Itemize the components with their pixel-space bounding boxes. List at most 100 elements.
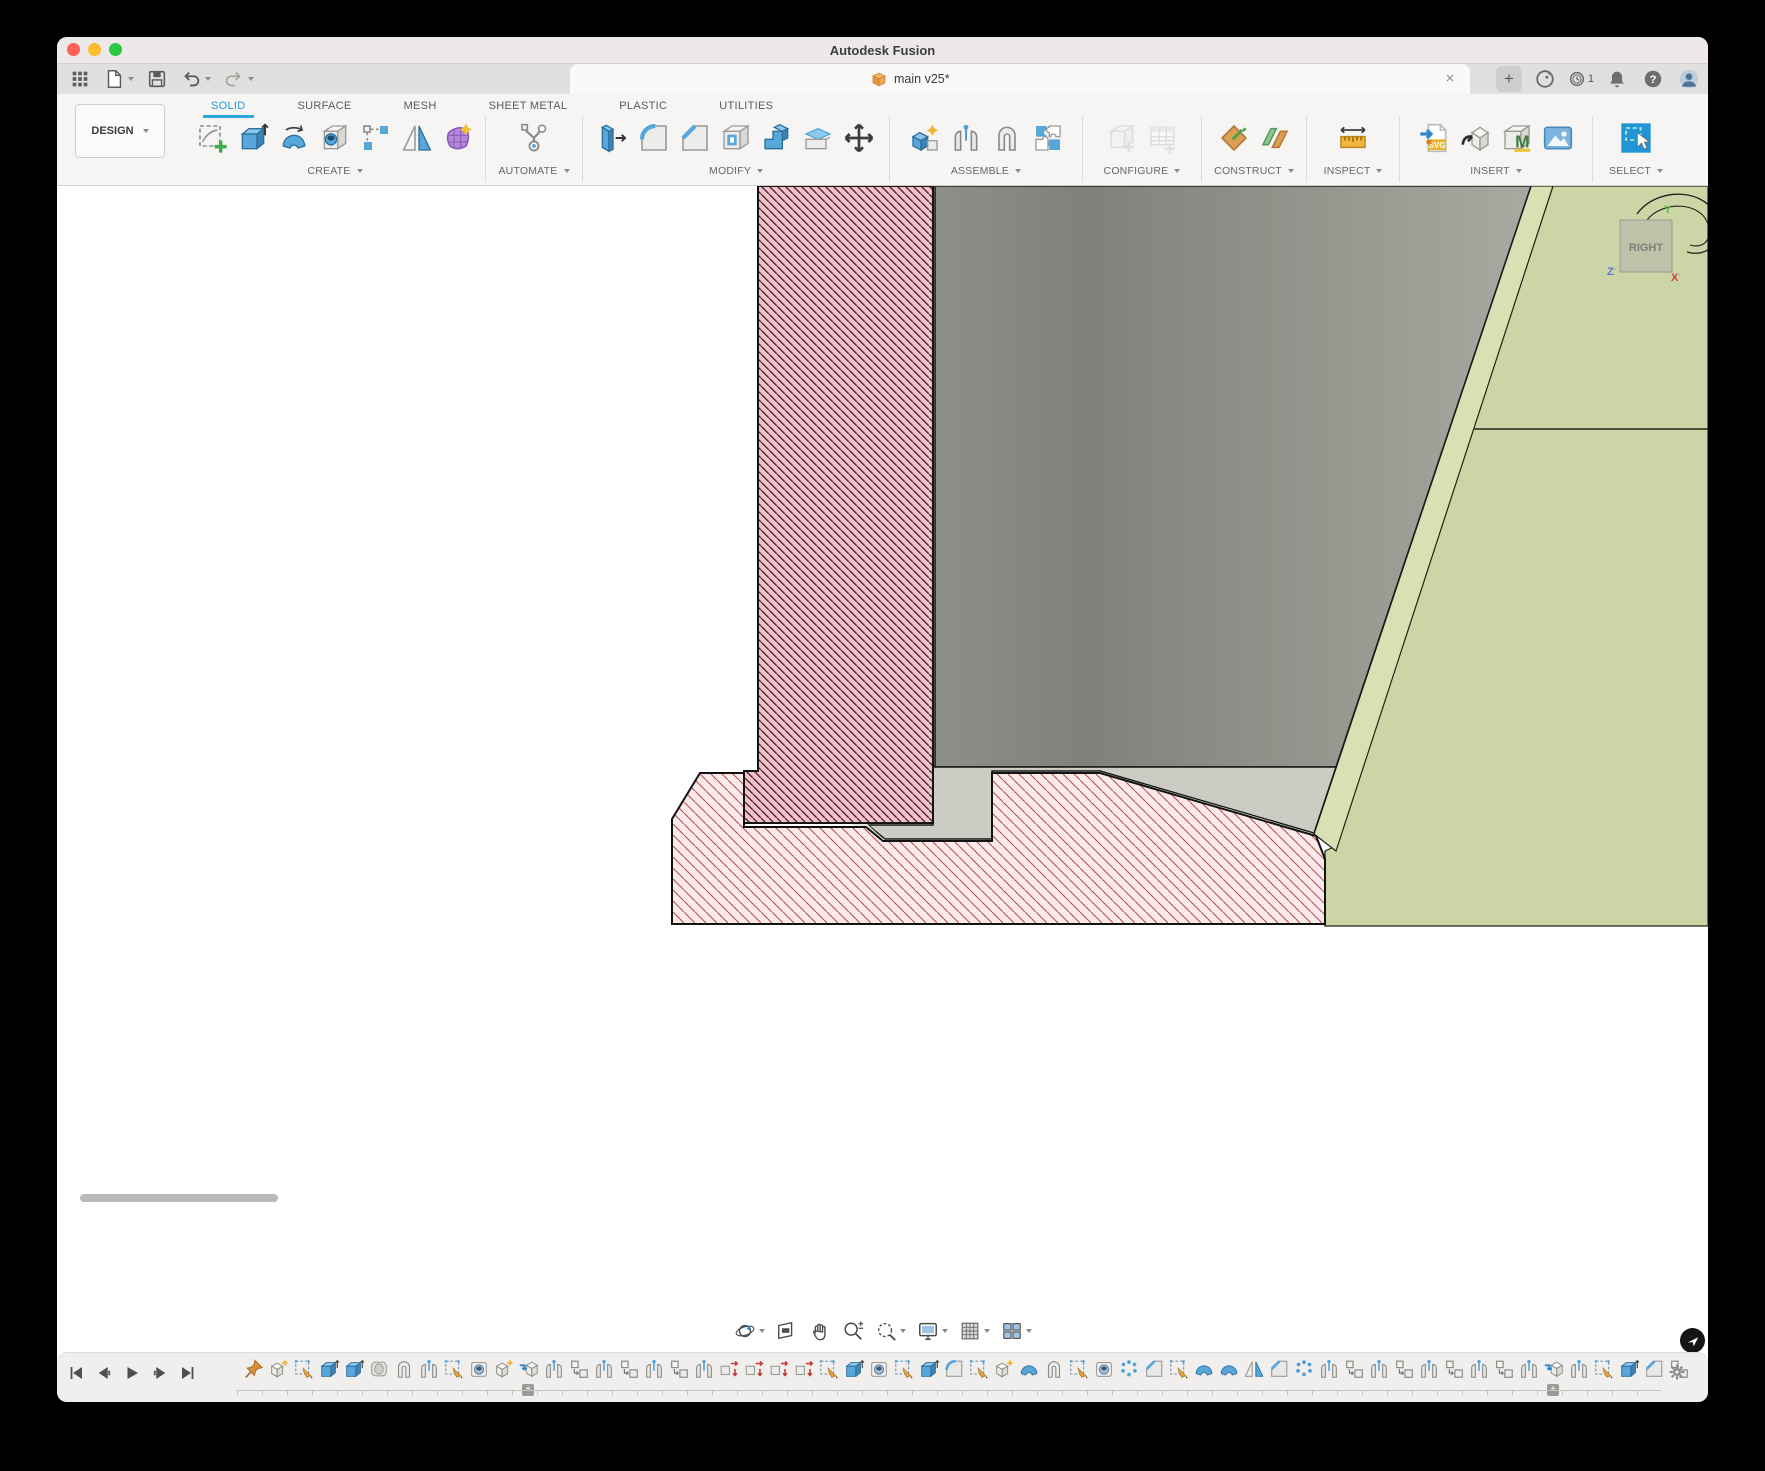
layout-grid-tool-button[interactable] [957, 1318, 992, 1344]
timeline-feature-chamfer[interactable] [1268, 1358, 1290, 1382]
tab-close-button[interactable]: × [1440, 69, 1460, 89]
timeline-feature-joint[interactable] [543, 1358, 565, 1382]
timeline-feature-sketch[interactable] [1168, 1358, 1190, 1382]
timeline-feature-sketch[interactable] [1593, 1358, 1615, 1382]
measure-button[interactable] [1337, 122, 1369, 159]
ribbon-group-label[interactable]: CREATE [307, 165, 363, 177]
display-settings-tool-button[interactable] [915, 1318, 950, 1344]
timeline-feature-hole[interactable] [468, 1358, 490, 1382]
tab-utilities[interactable]: UTILITIES [693, 96, 799, 118]
timeline-feature-hole[interactable] [1093, 1358, 1115, 1382]
workspace-selector-button[interactable]: DESIGN [75, 104, 165, 158]
fillet-button[interactable] [638, 122, 670, 159]
timeline-feature-mirror[interactable] [1243, 1358, 1265, 1382]
timeline-play-button[interactable] [121, 1361, 143, 1385]
tab-mesh[interactable]: MESH [378, 96, 463, 118]
timeline-feature-revolve[interactable] [1018, 1358, 1040, 1382]
pan-tool-button[interactable] [807, 1318, 833, 1344]
timeline-feature-fillet[interactable] [943, 1358, 965, 1382]
timeline-feature-joint[interactable] [1468, 1358, 1490, 1382]
chamfer-button[interactable] [679, 122, 711, 159]
avatar-button[interactable] [1676, 66, 1702, 92]
timeline-feature-joint[interactable] [693, 1358, 715, 1382]
hole-button[interactable] [319, 122, 351, 159]
job-status-button[interactable]: 1 [1568, 66, 1594, 92]
ribbon-group-label[interactable]: CONSTRUCT [1214, 165, 1294, 177]
viewports-tool-button[interactable] [999, 1318, 1034, 1344]
create-sketch-button[interactable] [196, 122, 228, 159]
timeline-feature-joint[interactable] [643, 1358, 665, 1382]
select-button[interactable] [1620, 122, 1652, 159]
timeline-feature-chamfer[interactable] [1643, 1358, 1665, 1382]
new-tab-button[interactable]: + [1496, 66, 1522, 92]
timeline-feature-sketch[interactable] [1068, 1358, 1090, 1382]
timeline-feature-component-copy[interactable] [618, 1358, 640, 1382]
automate-button[interactable] [518, 122, 550, 159]
configuration-table-button[interactable] [1147, 122, 1179, 159]
timeline-feature-extrude[interactable] [918, 1358, 940, 1382]
timeline-settings-button[interactable] [1668, 1363, 1686, 1386]
shell-button[interactable] [720, 122, 752, 159]
timeline-feature-derive[interactable]: + [518, 1358, 540, 1396]
timeline-feature-pattern[interactable] [1293, 1358, 1315, 1382]
canvas-button[interactable] [1542, 122, 1574, 159]
configuration-button[interactable] [1106, 122, 1138, 159]
wall-section-body[interactable] [743, 185, 934, 824]
timeline-skip-start-button[interactable] [65, 1361, 87, 1385]
timeline-feature-joint[interactable] [1568, 1358, 1590, 1382]
insert-mcmaster-button[interactable] [1501, 122, 1533, 159]
timeline-feature-sketch[interactable] [818, 1358, 840, 1382]
horizontal-scrollbar[interactable] [80, 1194, 278, 1202]
tab-solid[interactable]: SOLID [185, 96, 272, 118]
tab-plastic[interactable]: PLASTIC [593, 96, 693, 118]
timeline-feature-sketch[interactable] [968, 1358, 990, 1382]
redo-button[interactable] [219, 67, 258, 91]
rigid-group-button[interactable] [1032, 122, 1064, 159]
construction-plane-button[interactable] [1218, 122, 1250, 159]
tab-surface[interactable]: SURFACE [272, 96, 378, 118]
timeline-feature-joint[interactable] [418, 1358, 440, 1382]
timeline-feature-form[interactable] [368, 1358, 390, 1382]
revolve-button[interactable] [278, 122, 310, 159]
joint-button[interactable] [950, 122, 982, 159]
timeline-feature-component-copy[interactable] [1493, 1358, 1515, 1382]
ribbon-group-label[interactable]: INSPECT [1324, 165, 1383, 177]
timeline-step-forward-button[interactable] [149, 1361, 171, 1385]
tab-sheet-metal[interactable]: SHEET METAL [463, 96, 594, 118]
document-tab[interactable]: main v25* × [570, 64, 1470, 94]
timeline-feature-chamfer[interactable] [1143, 1358, 1165, 1382]
timeline-feature-hole[interactable] [868, 1358, 890, 1382]
new-component-button[interactable] [909, 122, 941, 159]
timeline-feature-sketch[interactable] [443, 1358, 465, 1382]
extensions-button[interactable] [1532, 66, 1558, 92]
look-at-tool-button[interactable] [774, 1318, 800, 1344]
timeline-feature-component-copy[interactable] [668, 1358, 690, 1382]
timeline-feature-pattern[interactable] [1118, 1358, 1140, 1382]
ribbon-group-label[interactable]: CONFIGURE [1104, 165, 1181, 177]
extrude-button[interactable] [237, 122, 269, 159]
timeline-feature-move[interactable] [793, 1358, 815, 1382]
help-button[interactable] [1640, 66, 1666, 92]
timeline-feature-move[interactable] [768, 1358, 790, 1382]
timeline-feature-joint[interactable] [1418, 1358, 1440, 1382]
timeline-feature-extrude[interactable] [318, 1358, 340, 1382]
move-copy-button[interactable] [843, 122, 875, 159]
timeline-feature-revolve[interactable] [1218, 1358, 1240, 1382]
timeline-feature-move[interactable] [743, 1358, 765, 1382]
notifications-button[interactable] [1604, 66, 1630, 92]
ribbon-group-label[interactable]: ASSEMBLE [951, 165, 1022, 177]
split-body-button[interactable] [802, 122, 834, 159]
timeline-feature-derive[interactable]: + [1543, 1358, 1565, 1396]
timeline-feature-sketch[interactable] [293, 1358, 315, 1382]
timeline-feature-component-copy[interactable] [568, 1358, 590, 1382]
file-new-button[interactable] [99, 67, 138, 91]
as-built-joint-button[interactable] [991, 122, 1023, 159]
timeline-feature-as-built-joint[interactable] [393, 1358, 415, 1382]
insert-derive-button[interactable] [1460, 122, 1492, 159]
timeline-feature-component-copy[interactable] [1443, 1358, 1465, 1382]
timeline-feature-component-copy[interactable] [1393, 1358, 1415, 1382]
mirror-button[interactable] [401, 122, 433, 159]
ribbon-group-label[interactable]: AUTOMATE [498, 165, 570, 177]
timeline-feature-extrude[interactable] [343, 1358, 365, 1382]
timeline-feature-component[interactable] [268, 1358, 290, 1382]
